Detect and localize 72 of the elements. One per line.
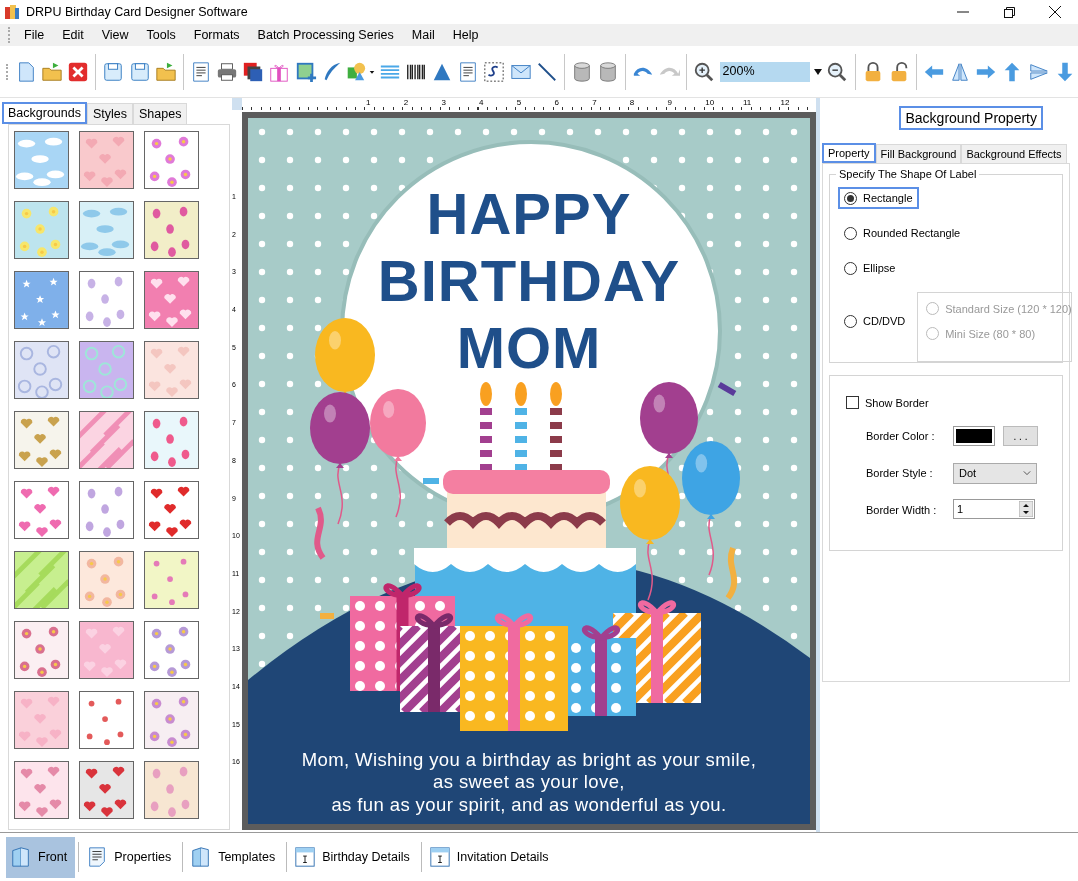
bottom-tab[interactable]: Templates <box>186 836 284 878</box>
ruler-number: 1 <box>366 98 372 109</box>
radio-button[interactable] <box>844 261 857 275</box>
radio-label: CD/DVD <box>863 315 906 327</box>
printer-icon[interactable] <box>216 60 239 83</box>
radio-button[interactable] <box>844 226 857 240</box>
style-dropdown[interactable]: Dot <box>953 462 1037 484</box>
ruler-number: 10 <box>705 98 716 109</box>
menu-item[interactable]: Batch Processing Series <box>248 28 403 42</box>
layers-icon[interactable] <box>242 60 265 83</box>
radio-button[interactable] <box>844 314 857 328</box>
field-label: Border Style : <box>866 467 934 479</box>
zoom-out-icon[interactable] <box>826 60 849 83</box>
menu-item[interactable]: View <box>92 28 138 42</box>
radio-label: Standard Size (120 * 120) <box>945 302 1072 315</box>
panel-tab[interactable]: Backgrounds <box>2 102 87 124</box>
field-label: Border Width : <box>866 504 938 516</box>
picture-frame-icon[interactable] <box>294 60 317 83</box>
form-icon <box>428 846 451 868</box>
menu-item[interactable]: File <box>15 28 54 42</box>
spinner-arrows-icon[interactable] <box>1019 501 1033 517</box>
panel-heading: Background Property <box>899 106 1043 130</box>
bottom-tab[interactable]: Birthday Details <box>290 836 418 878</box>
shapes-icon[interactable] <box>345 60 376 83</box>
browse-button[interactable]: . . . <box>1003 426 1038 446</box>
ruler-number: 2 <box>403 98 410 109</box>
property-tab[interactable]: Background Effects <box>961 144 1067 163</box>
panel-tab[interactable]: Styles <box>86 103 133 124</box>
radio-label: Rounded Rectangle <box>863 227 961 239</box>
zoom-in-icon[interactable] <box>693 60 716 83</box>
line-icon[interactable] <box>535 60 558 83</box>
field-label: Border Color : <box>866 430 936 442</box>
ruler-number: 6 <box>554 98 560 109</box>
menu-item[interactable]: Tools <box>137 28 185 42</box>
form-icon <box>294 846 317 868</box>
chevron-down-icon <box>1023 470 1031 476</box>
radio-button[interactable] <box>844 191 857 205</box>
card-message: Mom, Wishing you a birthday as bright as your smile, as sweet as your love, as fun as your spirit, and as wonderful as you. <box>301 748 757 816</box>
ruler-number: 7 <box>592 98 598 109</box>
ruler-number: 8 <box>629 98 636 109</box>
checkbox[interactable] <box>846 396 859 409</box>
bottom-tab[interactable]: Invitation Details <box>424 836 557 878</box>
ruler-number: 3 <box>441 98 447 109</box>
ruler-number: 4 <box>479 98 485 109</box>
menu-item[interactable]: Help <box>443 28 488 42</box>
menu-item[interactable]: Edit <box>53 28 93 42</box>
panel-tab[interactable]: Shapes <box>133 103 188 124</box>
menu-item[interactable]: Mail <box>402 28 444 42</box>
window-title: DRPU Birthday Card Designer Software <box>26 5 248 19</box>
radio-label: Mini Size (80 * 80) <box>945 327 1036 340</box>
radio-label: Rectangle <box>863 192 913 204</box>
app-icon <box>4 4 20 20</box>
radio-label: Ellipse <box>863 262 896 274</box>
ruler-number: 5 <box>516 98 523 109</box>
ruler-number: 9 <box>667 98 673 109</box>
folder-icon[interactable] <box>154 60 177 83</box>
color-swatch[interactable] <box>953 426 995 446</box>
ruler-number: 12 <box>780 98 791 109</box>
menu-item[interactable]: Formats <box>184 28 249 42</box>
bottom-tab[interactable]: Properties <box>82 836 180 878</box>
group-label: Specify The Shape Of Label <box>836 168 980 180</box>
folder-icon[interactable] <box>41 60 64 83</box>
number-field[interactable]: 1 <box>953 499 1035 519</box>
bottom-tab[interactable]: Front <box>6 836 76 878</box>
property-tab[interactable]: Property <box>822 143 876 163</box>
book-icon <box>10 846 32 868</box>
signature-icon[interactable] <box>483 60 506 83</box>
property-tab[interactable]: Fill Background <box>875 144 962 163</box>
ruler-number: 11 <box>742 98 753 109</box>
caret-icon <box>814 68 823 75</box>
card-title: HAPPY BIRTHDAY MOM <box>377 180 681 381</box>
checkbox-label: Show Border <box>865 396 929 409</box>
